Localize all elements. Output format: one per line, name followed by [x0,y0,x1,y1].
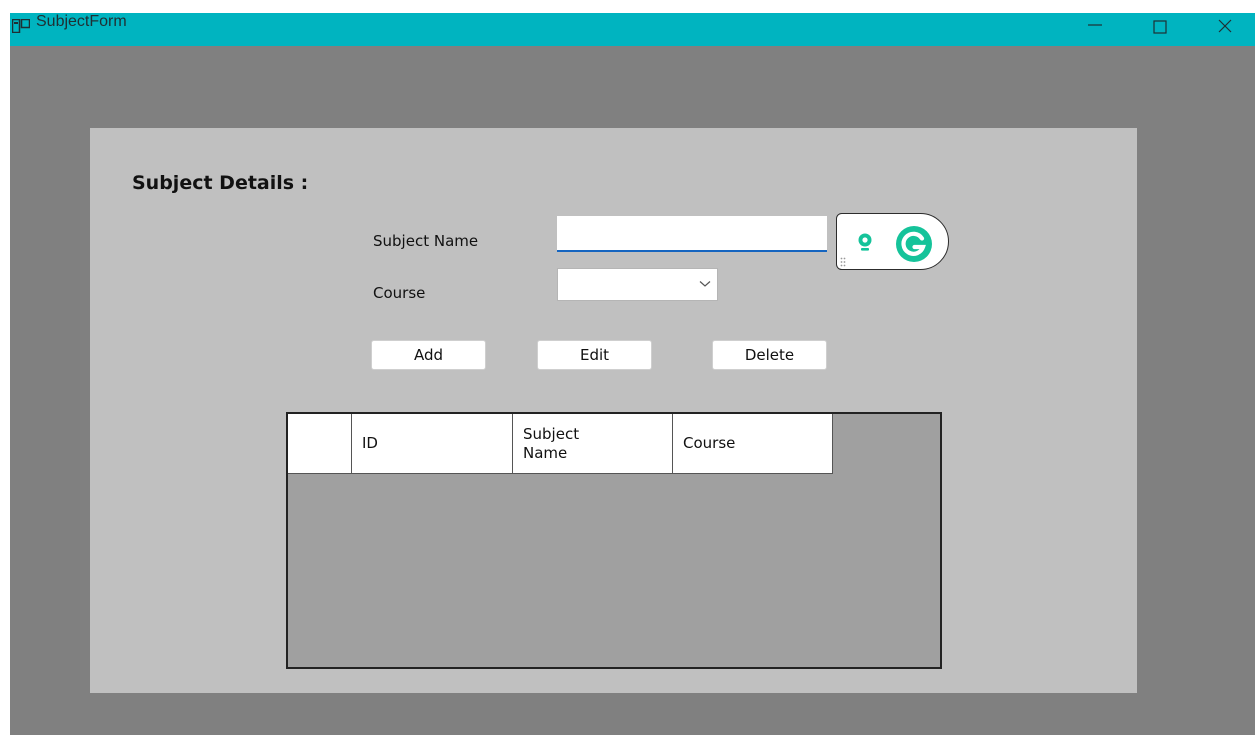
lightbulb-icon[interactable] [855,232,875,256]
subject-name-input[interactable] [557,216,827,252]
minimize-button[interactable] [1070,13,1120,46]
column-header-subject-name-label: Subject Name [523,424,580,462]
window-client-area: Subject Details : Subject Name Course Ad… [10,46,1255,735]
grid-header-row: ID Subject Name Course [288,414,833,474]
close-button[interactable] [1200,13,1250,46]
course-label: Course [373,284,426,302]
column-header-id-label: ID [362,434,378,452]
maximize-icon [1153,20,1167,34]
maximize-button[interactable] [1135,13,1185,46]
title-bar[interactable]: SubjectForm [10,13,1255,46]
close-icon [1218,19,1232,33]
column-header-subject-name[interactable]: Subject Name [513,414,673,474]
drag-grip-icon[interactable] [840,257,846,267]
course-dropdown[interactable] [557,268,718,301]
row-header-corner[interactable] [288,414,352,474]
subjects-grid[interactable]: ID Subject Name Course [286,412,942,669]
delete-button[interactable]: Delete [712,340,827,370]
subject-details-panel: Subject Details : Subject Name Course Ad… [90,128,1137,693]
column-header-id[interactable]: ID [352,414,513,474]
chevron-down-icon [699,281,711,287]
form-heading: Subject Details : [132,172,309,194]
window-title: SubjectForm [36,13,127,30]
grammarly-widget[interactable] [836,213,949,270]
edit-button[interactable]: Edit [537,340,652,370]
add-button[interactable]: Add [371,340,486,370]
column-header-course[interactable]: Course [673,414,833,474]
grammarly-logo-icon[interactable] [895,225,933,263]
subject-name-label: Subject Name [373,232,479,250]
app-form-icon [12,19,30,33]
column-header-course-label: Course [683,434,736,452]
minimize-icon [1088,24,1102,26]
